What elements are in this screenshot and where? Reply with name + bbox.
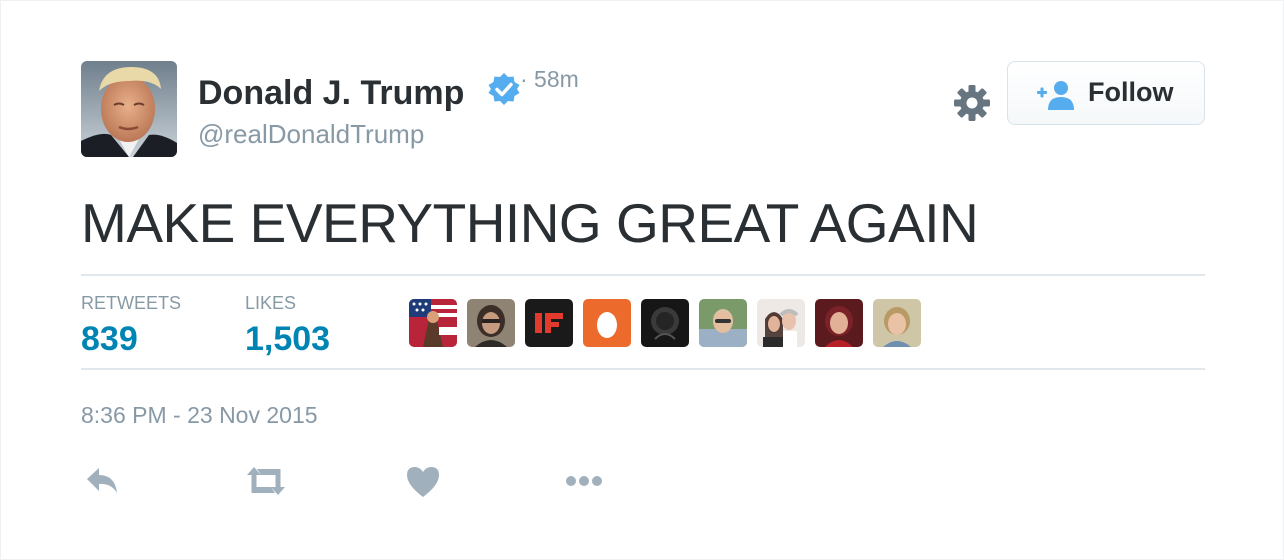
favoriter-image [583,299,631,347]
favoriter-image [641,299,689,347]
heart-icon [407,467,439,497]
more-icon [566,476,602,486]
likes-label: LIKES [245,293,297,313]
favoriter-avatar[interactable] [757,299,805,347]
favoriter-avatar[interactable] [525,299,573,347]
retweet-icon [247,467,285,495]
favoriter-avatar[interactable] [641,299,689,347]
retweets-count[interactable]: 839 [81,319,138,359]
tweet-time-ago[interactable]: · 58m [520,65,579,93]
favoriter-avatar[interactable] [409,299,457,347]
follow-button-label: Follow [1088,77,1174,107]
reply-button[interactable] [81,459,125,503]
follow-button[interactable]: Follow [1007,61,1205,125]
verified-badge-icon [488,73,520,105]
divider [81,274,1205,276]
retweet-button[interactable] [244,459,288,503]
favoriter-image [873,299,921,347]
add-user-icon [1037,81,1074,110]
tweet-card: Donald J. Trump · 58m @realDonaldTrump F… [0,0,1284,560]
avatar-photo [81,61,177,157]
favoriter-avatar[interactable] [815,299,863,347]
favoriter-avatar[interactable] [873,299,921,347]
favoriter-image [409,299,457,347]
favoriter-image [699,299,747,347]
favoriter-image [815,299,863,347]
divider [81,368,1205,370]
like-button[interactable] [401,459,445,503]
more-button[interactable] [562,459,606,503]
favoriter-avatar[interactable] [583,299,631,347]
likes-count[interactable]: 1,503 [245,319,330,359]
tweet-timestamp[interactable]: 8:36 PM - 23 Nov 2015 [81,401,318,429]
favoriter-avatar[interactable] [699,299,747,347]
retweets-label: RETWEETS [81,293,182,313]
tweet-text: MAKE EVERYTHING GREAT AGAIN [81,192,979,254]
favoriter-avatar[interactable] [467,299,515,347]
favoriter-image [525,299,573,347]
favoriter-image [467,299,515,347]
user-avatar[interactable] [81,61,177,157]
user-handle[interactable]: @realDonaldTrump [198,119,424,149]
user-display-name[interactable]: Donald J. Trump [198,73,464,113]
reply-icon [87,468,117,493]
favoriter-image [757,299,805,347]
gear-icon[interactable] [953,84,991,122]
